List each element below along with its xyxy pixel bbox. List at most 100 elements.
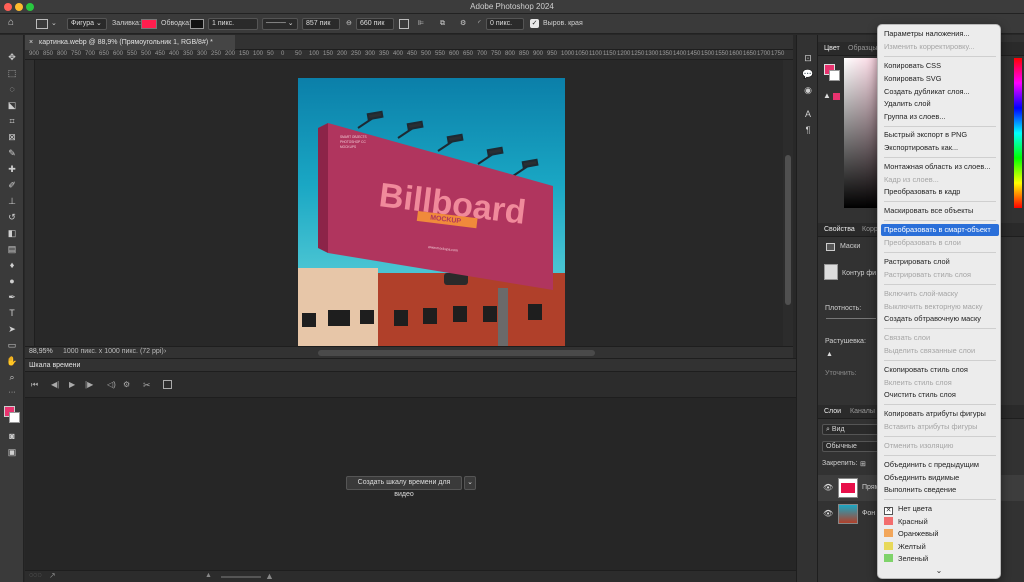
menu-item-blending-options[interactable]: Параметры наложения...	[881, 28, 999, 40]
frame-tool-icon[interactable]: ⊠	[4, 130, 20, 144]
audio-icon[interactable]: ◁)	[107, 380, 116, 389]
menu-item-merge-down[interactable]: Объединить с предыдущим	[881, 459, 999, 471]
eyedropper-tool-icon[interactable]: ✎	[4, 146, 20, 160]
shape-tool-preset-icon[interactable]	[36, 19, 48, 29]
pen-tool-icon[interactable]: ✒	[4, 290, 20, 304]
density-slider[interactable]	[826, 318, 876, 319]
height-input[interactable]: 660 пик	[356, 18, 394, 30]
move-tool-icon[interactable]: ✥	[4, 50, 20, 64]
settings-gear-icon[interactable]: ⚙	[123, 380, 130, 389]
stroke-color-swatch[interactable]	[190, 19, 204, 29]
menu-item-artboard-from-layers[interactable]: Монтажная область из слоев...	[881, 161, 999, 173]
menu-item-copy-shape-attributes[interactable]: Копировать атрибуты фигуры	[881, 408, 999, 420]
object-selection-tool-icon[interactable]: ⬕	[4, 98, 20, 112]
path-operations-icon[interactable]	[399, 19, 409, 29]
blur-tool-icon[interactable]: ♦	[4, 258, 20, 272]
menu-item-copy-svg[interactable]: Копировать SVG	[881, 73, 999, 85]
next-frame-icon[interactable]: |▶	[85, 380, 93, 389]
quick-mask-icon[interactable]: ◙	[4, 429, 20, 443]
path-alignment-icon[interactable]: ⊫	[418, 18, 424, 30]
stroke-width-input[interactable]: 1 пикс.	[208, 18, 258, 30]
background-color-swatch[interactable]	[9, 412, 20, 423]
paragraph-icon[interactable]: ¶	[800, 123, 816, 137]
menu-item-edit-adjustment[interactable]: Изменить корректировку...	[881, 41, 999, 53]
layer-filter-select[interactable]: ⌕ Вид	[822, 424, 882, 435]
timeline-zoom-slider[interactable]	[221, 576, 261, 578]
menu-item-rasterize-layer[interactable]: Растрировать слой	[881, 256, 999, 268]
menu-item-color-green[interactable]: Зеленый	[881, 553, 999, 565]
menu-item-mask-all-objects[interactable]: Маскировать все объекты	[881, 205, 999, 217]
gradient-tool-icon[interactable]: ▤	[4, 242, 20, 256]
layer-visibility-eye-icon[interactable]: 👁	[823, 509, 833, 518]
rectangle-tool-icon[interactable]: ▭	[4, 338, 20, 352]
menu-item-convert-to-frame[interactable]: Преобразовать в кадр	[881, 186, 999, 198]
prev-frame-icon[interactable]: ◀|	[51, 380, 59, 389]
path-arrangement-icon[interactable]: ⧉	[440, 18, 445, 30]
document-image[interactable]: SMART OBJECTS PHOTOSHOP CC MOCKUPS Billb…	[298, 78, 565, 346]
path-selection-tool-icon[interactable]: ➤	[4, 322, 20, 336]
stamp-tool-icon[interactable]: ⊥	[4, 194, 20, 208]
tab-swatches[interactable]: Образцы	[848, 42, 877, 56]
shape-mode-select[interactable]: Фигура ⌄	[67, 18, 107, 30]
menu-item-group-from-layers[interactable]: Группа из слоев...	[881, 111, 999, 123]
layer-visibility-eye-icon[interactable]: 👁	[823, 483, 833, 492]
blend-mode-select[interactable]: Обычные	[822, 441, 882, 452]
comments-icon[interactable]: 💬	[800, 67, 816, 81]
crop-tool-icon[interactable]: ⌗	[4, 114, 20, 128]
vertical-scroll-thumb[interactable]	[785, 155, 791, 305]
menu-item-color-red[interactable]: Красный	[881, 516, 999, 528]
split-scissors-icon[interactable]: ✂	[143, 380, 151, 391]
chevron-down-icon[interactable]: ⌄	[51, 18, 57, 30]
menu-item-disable-vector-mask[interactable]: Выключить векторную маску	[881, 301, 999, 313]
learn-icon[interactable]: ◉	[800, 83, 816, 97]
menu-item-export-as[interactable]: Экспортировать как...	[881, 142, 999, 154]
marquee-tool-icon[interactable]: ⬚	[4, 66, 20, 80]
canvas-vertical-scrollbar[interactable]	[783, 60, 793, 346]
websafe-color-swatch[interactable]	[833, 93, 840, 100]
stroke-type-select[interactable]: ──── ⌄	[262, 18, 298, 30]
menu-item-convert-to-smart-object[interactable]: Преобразовать в смарт-объект	[881, 224, 999, 236]
lasso-tool-icon[interactable]: ◌	[4, 82, 20, 96]
menu-item-select-linked-layers[interactable]: Выделить связанные слои	[881, 345, 999, 357]
feather-slider[interactable]: ▲	[826, 351, 833, 358]
brush-tool-icon[interactable]: ✐	[4, 178, 20, 192]
transition-icon[interactable]	[163, 380, 172, 389]
vector-mask-thumbnail[interactable]	[824, 264, 838, 280]
create-video-timeline-button[interactable]: Создать шкалу времени для видео	[346, 476, 462, 498]
menu-item-flatten-image[interactable]: Выполнить сведение	[881, 484, 999, 496]
tab-properties[interactable]: Свойства	[824, 223, 855, 237]
fill-color-swatch[interactable]	[141, 19, 157, 29]
menu-item-merge-visible[interactable]: Объединить видимые	[881, 472, 999, 484]
hand-tool-icon[interactable]: ✋	[4, 354, 20, 368]
zoom-in-icon[interactable]: ▲	[265, 571, 274, 581]
menu-item-copy-layer-style[interactable]: Скопировать стиль слоя	[881, 364, 999, 376]
menu-item-rasterize-layer-style[interactable]: Растрировать стиль слоя	[881, 269, 999, 281]
first-frame-icon[interactable]: ⏮	[31, 380, 38, 390]
menu-item-enable-layer-mask[interactable]: Включить слой-маску	[881, 288, 999, 300]
menu-item-copy-css[interactable]: Копировать CSS	[881, 60, 999, 72]
character-icon[interactable]: A	[800, 107, 816, 121]
menu-item-frame-from-layers[interactable]: Кадр из слоев...	[881, 174, 999, 186]
menu-item-paste-layer-style[interactable]: Вклеить стиль слоя	[881, 377, 999, 389]
tab-adjustments[interactable]: Корр	[862, 223, 878, 237]
link-icon[interactable]: ⊖	[346, 18, 352, 30]
history-brush-tool-icon[interactable]: ↺	[4, 210, 20, 224]
align-edges-checkbox[interactable]: ✓	[530, 19, 539, 28]
chevron-down-icon[interactable]: ⌄	[464, 476, 476, 490]
width-input[interactable]: 857 пик	[302, 18, 340, 30]
tab-color[interactable]: Цвет	[824, 42, 840, 56]
type-tool-icon[interactable]: T	[4, 306, 20, 320]
menu-item-delete-layer[interactable]: Удалить слой	[881, 98, 999, 110]
corner-radius-input[interactable]: 0 пикс.	[486, 18, 524, 30]
menu-item-color-none[interactable]: ✕ Нет цвета	[881, 503, 999, 515]
menu-item-quick-export-png[interactable]: Быстрый экспорт в PNG	[881, 129, 999, 141]
horizontal-scroll-thumb[interactable]	[318, 350, 595, 356]
menu-item-color-yellow[interactable]: Желтый	[881, 541, 999, 553]
menu-scroll-down-icon[interactable]: ⌄	[878, 566, 1000, 575]
timeline-tab[interactable]: Шкала времени	[29, 362, 80, 369]
background-color-swatch[interactable]	[829, 70, 840, 81]
menu-item-clear-layer-style[interactable]: Очистить стиль слоя	[881, 389, 999, 401]
menu-item-release-isolation[interactable]: Отменить изоляцию	[881, 440, 999, 452]
zoom-level[interactable]: 88,95%	[29, 348, 53, 355]
close-tab-icon[interactable]: ×	[29, 35, 33, 50]
